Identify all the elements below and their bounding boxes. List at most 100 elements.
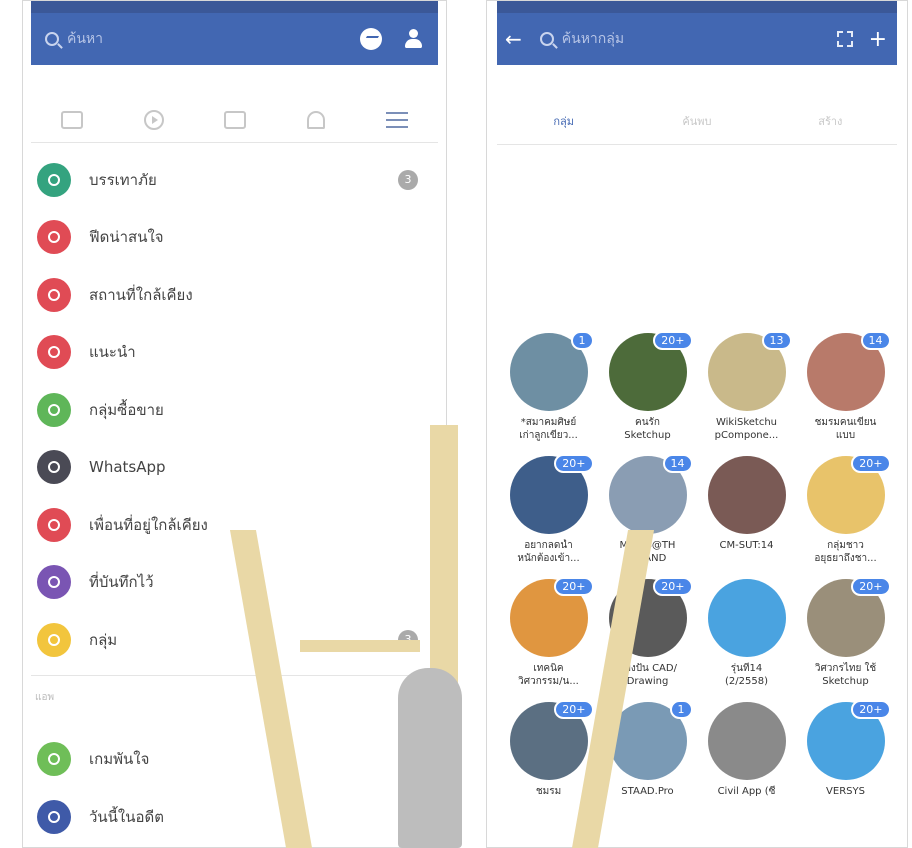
group-cover-image: 20+ <box>806 700 891 780</box>
groups-tab[interactable]: กลุ่ม <box>497 99 630 144</box>
news-feed-icon[interactable] <box>61 110 84 129</box>
group-cover-image: 20+ <box>509 577 594 657</box>
group-name: กลุ่มชาว อยุธยาถึงชา... <box>814 540 877 564</box>
menu-item[interactable]: ที่บันทึกไว้ <box>31 554 438 612</box>
groups-tab[interactable]: ค้นพบ <box>630 99 763 144</box>
menu-item-label: แนะนำ <box>89 343 136 362</box>
qr-code-icon[interactable] <box>836 31 853 47</box>
groups-tabs: กลุ่ม ค้นพบ สร้าง <box>497 99 897 145</box>
group-tile[interactable]: 20+ วิศวกรไทย ใช้ Sketchup <box>796 577 895 688</box>
group-cover-image: 13 <box>707 331 792 411</box>
shortcut-icon <box>37 277 71 312</box>
group-tile[interactable]: 14 ชมรมคนเขียน แบบ <box>796 331 895 442</box>
group-name: คนรัก Sketchup <box>624 417 671 441</box>
group-name: *สมาคมศิษย์ เก่าลูกเขียว... <box>519 417 578 441</box>
group-tile[interactable]: CM-SUT:14 <box>697 456 796 565</box>
search-input[interactable]: ค้นหา <box>67 28 360 50</box>
menu-item-label: WhatsApp <box>89 458 166 477</box>
menu-item[interactable]: บรรเทาภัย 3 <box>31 151 438 209</box>
group-tile[interactable]: 20+ อยากลดน้ำ หนักต้องเข้า... <box>499 454 598 565</box>
count-badge: 3 <box>398 169 418 190</box>
apps-section-header: แอพ <box>31 674 438 731</box>
group-grid: 1 *สมาคมศิษย์ เก่าลูกเขียว... 20+ คนรัก Ske… <box>499 331 895 811</box>
group-cover-image <box>707 456 786 534</box>
group-cover-image: 20+ <box>806 454 891 534</box>
shortcut-icon <box>37 799 71 834</box>
search-icon[interactable] <box>45 32 59 46</box>
group-tile[interactable]: 20+ กลุ่มชาว อยุธยาถึงชา... <box>796 454 895 565</box>
menu-item-label: สถานที่ใกล้เคียง <box>89 285 193 304</box>
group-tile[interactable]: 20+ คนรัก Sketchup <box>598 331 697 442</box>
menu-item-label: เกมพันใจ <box>89 750 150 769</box>
menu-icon[interactable] <box>385 111 408 128</box>
shortcut-icon <box>37 742 71 777</box>
status-bar <box>497 1 897 13</box>
create-group-icon[interactable]: + <box>869 27 887 52</box>
group-cover-image <box>707 579 786 657</box>
back-arrow-icon[interactable]: ← <box>505 27 522 51</box>
menu-item[interactable]: สถานที่ใกล้เคียง <box>31 266 438 324</box>
new-posts-badge: 14 <box>860 331 891 350</box>
new-posts-badge: 20+ <box>653 577 693 596</box>
group-name: วิศวกรไทย ใช้ Sketchup <box>814 663 877 687</box>
group-cover-image: 20+ <box>509 454 594 534</box>
new-posts-badge: 1 <box>669 700 693 719</box>
group-tile[interactable]: 20+ เทคนิค วิศวกรรม/น... <box>499 577 598 688</box>
menu-item-label: บรรเทาภัย <box>89 170 157 189</box>
group-cover-image: 20+ <box>509 700 594 780</box>
search-icon[interactable] <box>539 32 554 46</box>
group-cover-image: 14 <box>806 331 891 411</box>
group-name: STAAD.Pro <box>621 786 674 797</box>
menu-item[interactable]: ฟีดน่าสนใจ <box>31 209 438 267</box>
group-search-input[interactable]: ค้นหากลุ่ม <box>562 28 837 50</box>
group-cover-image: 20+ <box>806 577 891 657</box>
group-name: รุ่นที่14 (2/2558) <box>725 663 768 687</box>
menu-item[interactable]: เกมพันใจ <box>31 731 438 789</box>
group-tile[interactable]: 20+ VERSYS <box>796 700 895 811</box>
marketplace-icon[interactable] <box>224 110 247 129</box>
video-icon[interactable] <box>143 109 164 130</box>
menu-item-label: เพื่อนที่อยู่ใกล้เคียง <box>89 515 208 534</box>
status-bar <box>31 1 438 13</box>
tab-bar <box>31 97 438 143</box>
menu-item-label: ฟีดน่าสนใจ <box>89 228 164 247</box>
group-tile[interactable]: 1 *สมาคมศิษย์ เก่าลูกเขียว... <box>499 331 598 442</box>
top-app-bar: ค้นหา <box>31 13 438 65</box>
messenger-icon[interactable] <box>360 28 382 50</box>
group-name: เทคนิค วิศวกรรม/น... <box>518 663 579 687</box>
group-name: CM-SUT:14 <box>719 540 774 551</box>
group-tile[interactable]: 13 WikiSketchu pCompone... <box>697 331 796 442</box>
menu-item[interactable]: WhatsApp <box>31 439 438 497</box>
new-posts-badge: 20+ <box>554 700 594 719</box>
top-app-bar: ← ค้นหากลุ่ม + <box>497 13 897 65</box>
menu-item[interactable]: กลุ่มซื้อขาย <box>31 381 438 439</box>
group-cover-image: 14 <box>608 454 693 534</box>
watermark-stroke <box>300 640 420 652</box>
shortcut-icon <box>37 622 71 657</box>
shortcut-icon <box>37 565 71 600</box>
group-tile[interactable]: รุ่นที่14 (2/2558) <box>697 579 796 688</box>
new-posts-badge: 20+ <box>653 331 693 350</box>
friend-requests-icon[interactable] <box>404 29 424 49</box>
new-posts-badge: 1 <box>570 331 594 350</box>
menu-item[interactable]: วันนี้ในอดีต4 <box>31 788 438 846</box>
shortcut-icon <box>37 507 71 542</box>
shortcut-icon <box>37 220 71 255</box>
group-name: Civil App (ซี <box>717 786 776 797</box>
group-name: ชมรมคนเขียน แบบ <box>814 417 877 441</box>
group-tile[interactable]: Civil App (ซี <box>697 702 796 811</box>
groups-tab[interactable]: สร้าง <box>764 99 897 144</box>
new-posts-badge: 14 <box>662 454 693 473</box>
shortcut-icon <box>37 392 71 427</box>
notifications-icon[interactable] <box>307 110 326 129</box>
group-name: WikiSketchu pCompone... <box>714 417 779 441</box>
group-cover-image: 20+ <box>608 331 693 411</box>
new-posts-badge: 20+ <box>554 454 594 473</box>
new-posts-badge: 20+ <box>851 454 891 473</box>
watermark-figure <box>398 668 462 848</box>
menu-item-label: วันนี้ในอดีต <box>89 807 164 826</box>
shortcut-menu: บรรเทาภัย 3 ฟีดน่าสนใจสถานที่ใกล้เคียงแนะน… <box>31 151 438 846</box>
menu-item[interactable]: แนะนำ <box>31 324 438 382</box>
shortcut-icon <box>37 450 71 485</box>
group-name: อยากลดน้ำ หนักต้องเข้า... <box>517 540 580 564</box>
